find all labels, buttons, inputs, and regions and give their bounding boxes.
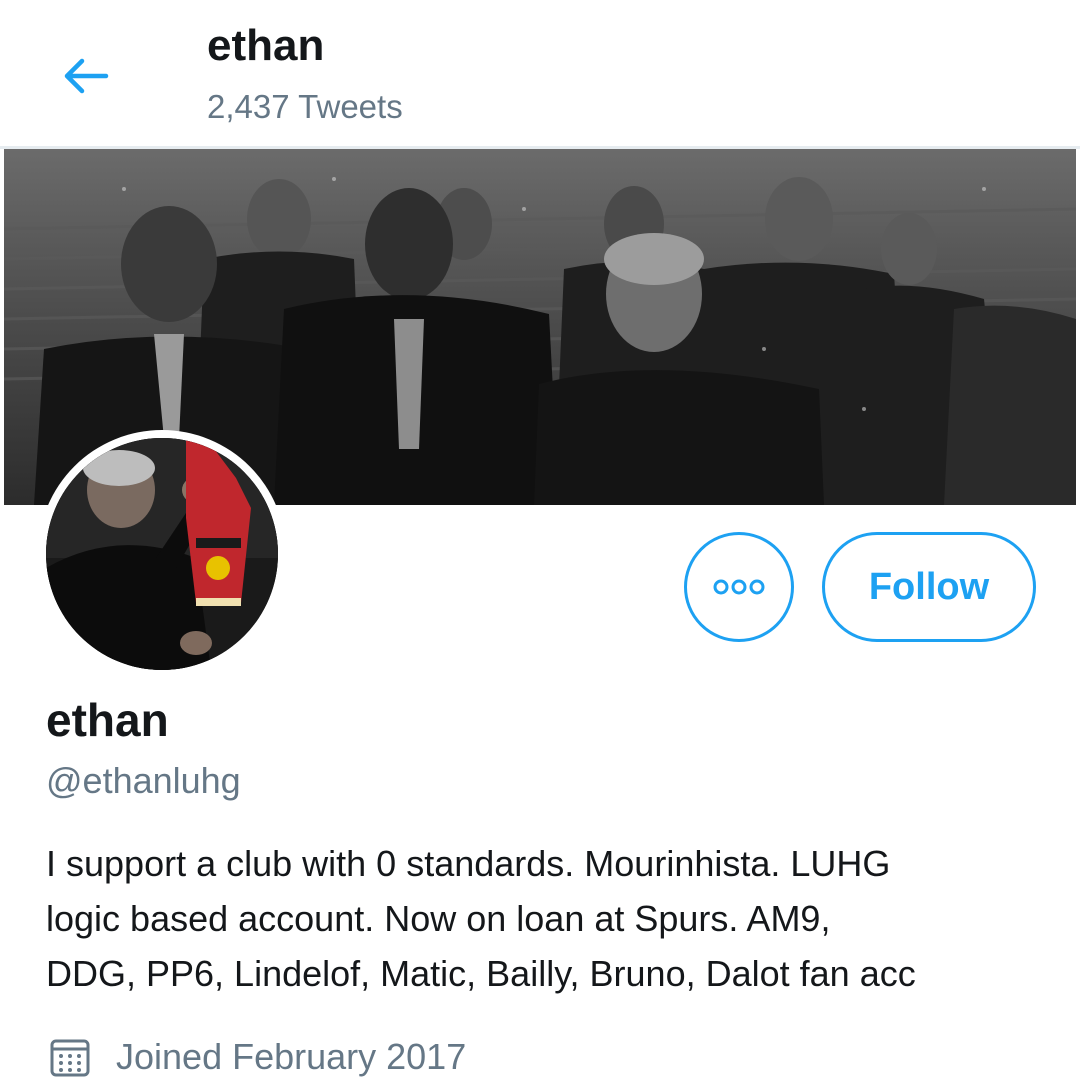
profile-display-name: ethan: [46, 694, 169, 746]
more-options-button[interactable]: [684, 532, 794, 642]
calendar-icon: [46, 1033, 94, 1078]
profile-bio: I support a club with 0 standards. Mouri…: [46, 836, 1066, 1001]
joined-date: Joined February 2017: [46, 1030, 466, 1078]
profile-page: ethan 2,437 Tweets Follow ethan @ethanlu…: [0, 0, 1080, 1078]
bio-line: logic based account. Now on loan at Spur…: [46, 898, 831, 939]
header-title: ethan: [207, 21, 325, 70]
avatar-photo: [46, 438, 278, 670]
joined-text: Joined February 2017: [116, 1036, 467, 1077]
follow-button[interactable]: Follow: [822, 532, 1036, 642]
back-button[interactable]: [56, 48, 116, 104]
tweet-count: 2,437 Tweets: [207, 88, 403, 125]
more-dots-icon: [713, 579, 765, 595]
bio-line: I support a club with 0 standards. Mouri…: [46, 843, 891, 884]
top-app-bar: ethan 2,437 Tweets: [0, 0, 1080, 149]
bio-line: DDG, PP6, Lindelof, Matic, Bailly, Bruno…: [46, 953, 916, 994]
profile-handle: @ethanluhg: [46, 760, 241, 801]
profile-avatar[interactable]: [38, 430, 286, 678]
arrow-left-icon: [64, 58, 109, 94]
